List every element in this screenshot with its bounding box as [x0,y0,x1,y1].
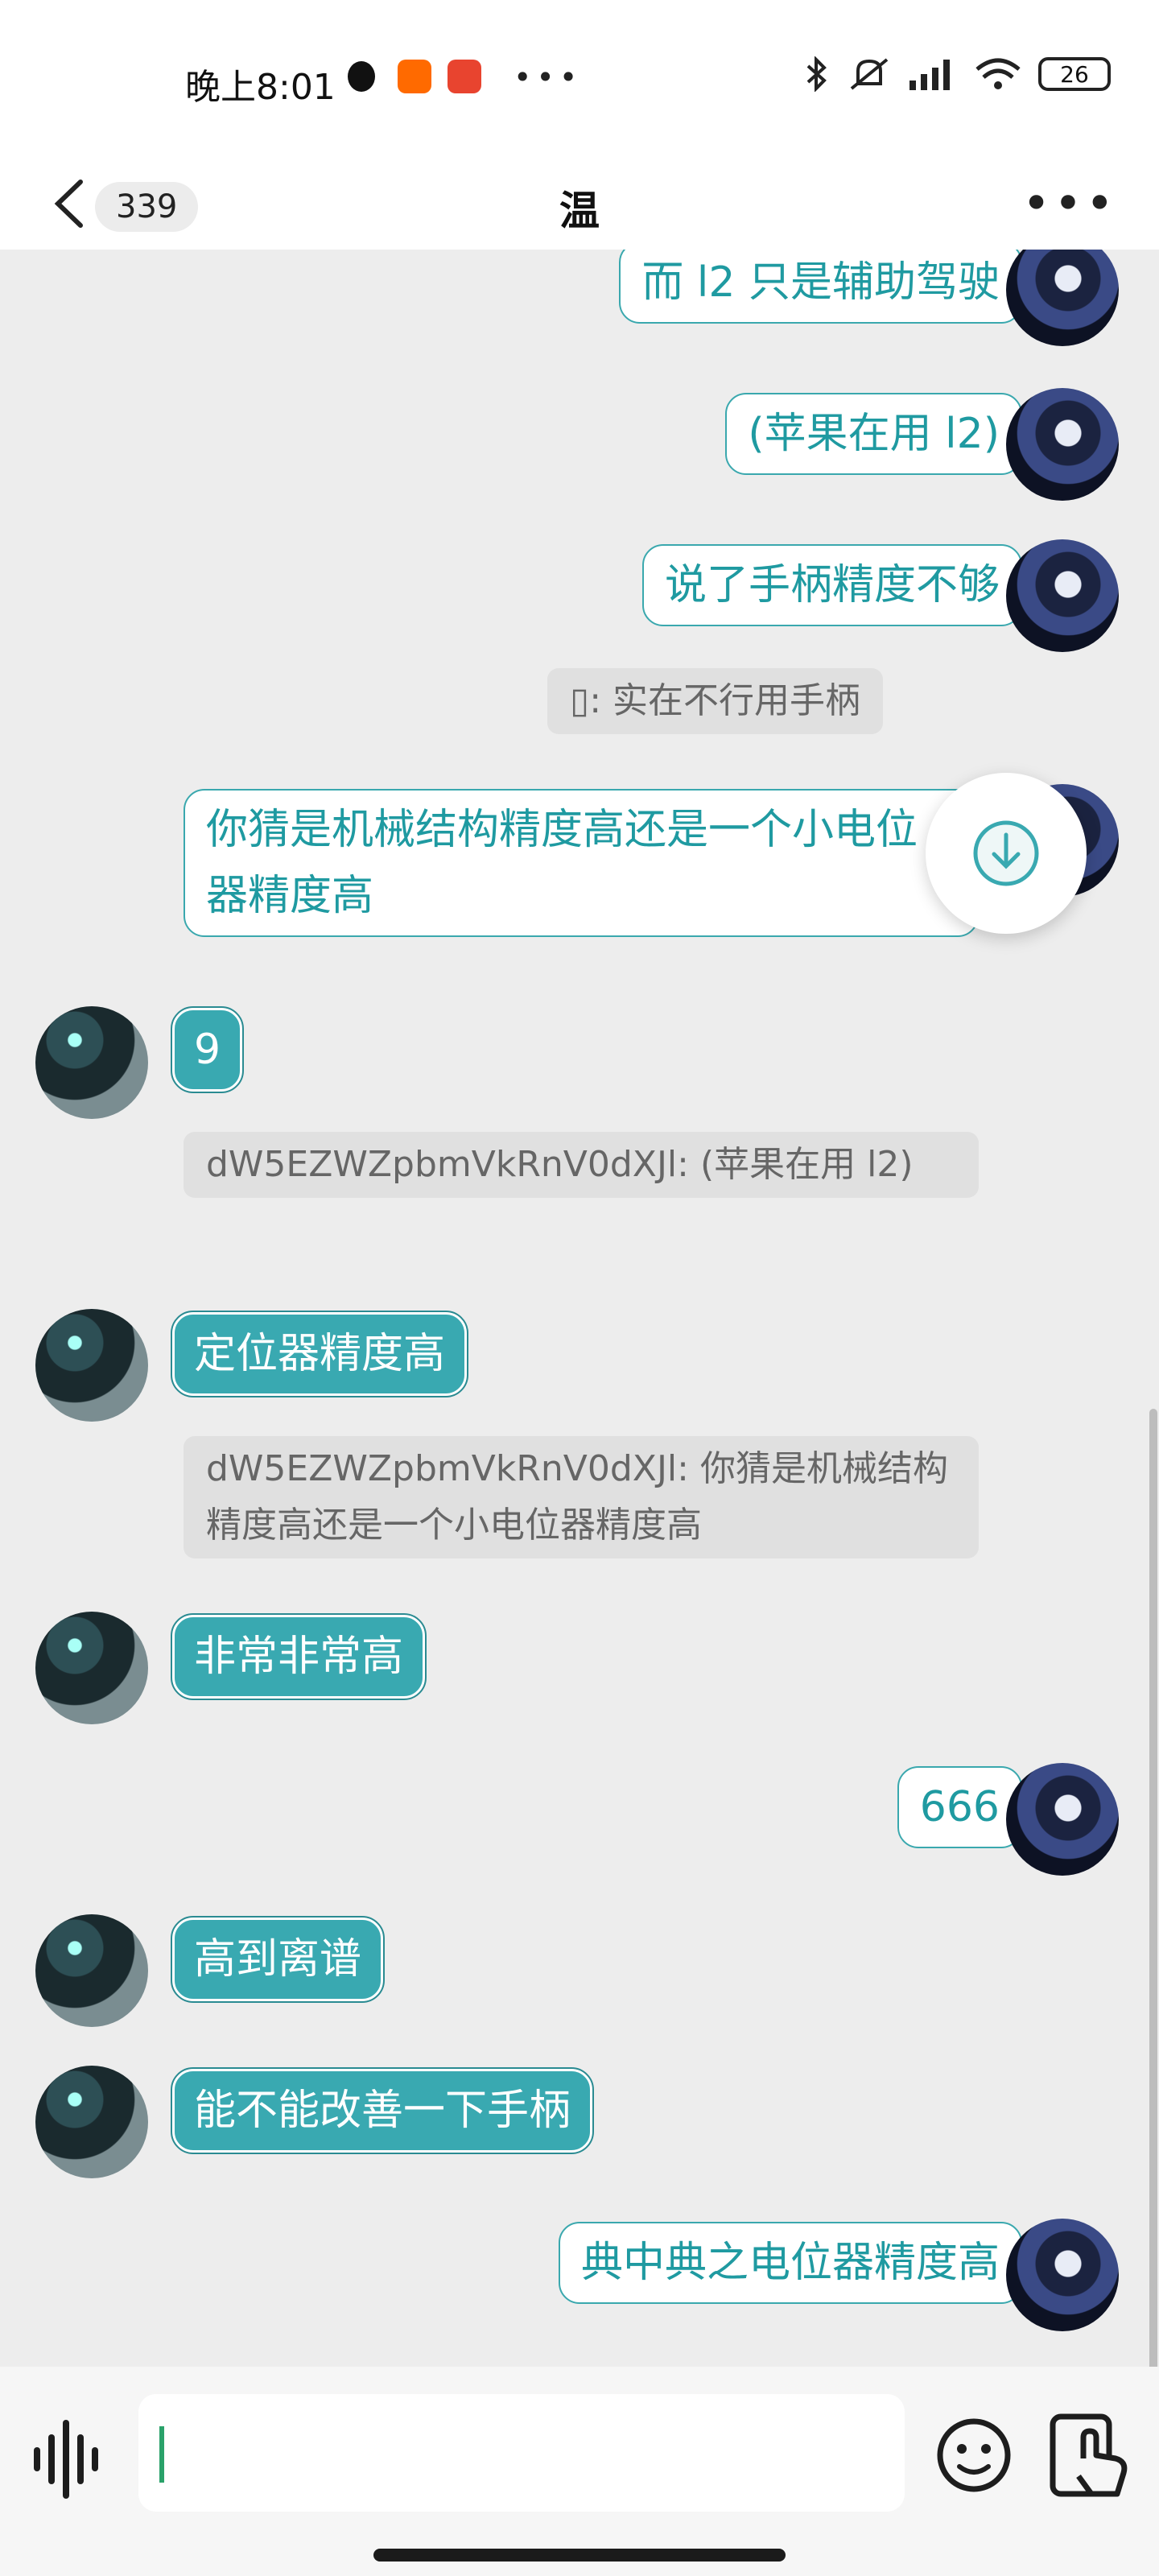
status-more-icon: ••• [514,60,583,95]
contact-avatar[interactable] [35,1309,148,1422]
gesture-icon[interactable] [1046,2410,1135,2504]
mute-icon [850,58,889,90]
my-avatar[interactable] [1006,2219,1119,2331]
message-input[interactable] [138,2394,905,2512]
store-icon [448,60,481,93]
quoted-reply[interactable]: dW5EZWZpbmVkRnV0dXJl: 你猜是机械结构精度高还是一个小电位器… [184,1436,979,1558]
scroll-to-bottom-icon [973,820,1039,886]
my-avatar[interactable] [1006,1763,1119,1876]
message-bubble-outgoing[interactable]: 你猜是机械结构精度高还是一个小电位器精度高 [184,789,979,937]
chat-title: 温 [559,188,600,234]
bluetooth-icon [806,56,827,92]
message-bubble-outgoing[interactable]: 666 [897,1766,1022,1848]
home-indicator[interactable] [373,2549,786,2562]
emoji-icon[interactable] [934,2415,1014,2496]
message-bubble-incoming[interactable]: 定位器精度高 [170,1311,469,1397]
message-bubble-incoming[interactable]: 非常非常高 [170,1613,427,1700]
message-list[interactable]: 而 l2 只是辅助驾驶 (苹果在用 l2) 说了手柄精度不够 ▯: 实在不行用手… [0,250,1159,2367]
scrollbar[interactable] [1149,1409,1157,2367]
message-bubble-incoming[interactable]: 高到离谱 [170,1916,386,2003]
message-bubble-incoming[interactable]: 能不能改善一下手柄 [170,2067,595,2154]
qq-icon [348,61,375,92]
voice-icon[interactable] [29,2415,109,2504]
more-icon[interactable]: ••• [1022,175,1117,232]
scroll-to-bottom-button[interactable] [926,773,1087,934]
message-bubble-outgoing[interactable]: 说了手柄精度不够 [641,544,1022,626]
status-time: 晚上8:01 [185,67,336,108]
contact-avatar[interactable] [35,2066,148,2178]
wifi-icon [975,58,1021,89]
contact-avatar[interactable] [35,1006,148,1119]
text-caret [159,2426,164,2483]
signal-icon [909,60,950,90]
chat-header: 339 温 ••• [0,161,1159,250]
message-bubble-outgoing[interactable]: (苹果在用 l2) [725,393,1022,475]
my-avatar[interactable] [1006,539,1119,652]
my-avatar[interactable] [1006,250,1119,346]
battery-indicator: 26 [1038,57,1111,91]
input-bar [0,2367,1159,2576]
my-avatar[interactable] [1006,388,1119,501]
status-right: 26 [800,56,1111,92]
contact-avatar[interactable] [35,1914,148,2027]
message-bubble-incoming[interactable]: 9 [170,1006,245,1093]
contact-avatar[interactable] [35,1612,148,1724]
mi-icon [398,60,431,93]
status-bar: 晚上8:01 ••• 26 [0,0,1159,161]
message-bubble-outgoing[interactable]: 而 l2 只是辅助驾驶 [619,250,1022,324]
message-bubble-outgoing[interactable]: 典中典之电位器精度高 [558,2222,1022,2304]
quoted-reply[interactable]: ▯: 实在不行用手柄 [547,668,884,734]
quoted-reply[interactable]: dW5EZWZpbmVkRnV0dXJl: (苹果在用 l2) [184,1132,979,1198]
